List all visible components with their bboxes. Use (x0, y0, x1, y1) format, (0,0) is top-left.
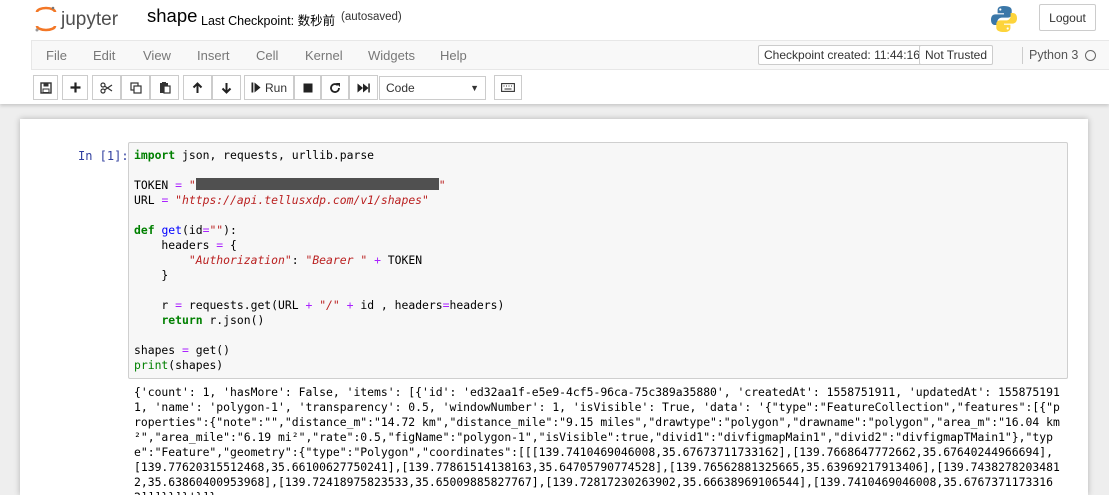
menu-view[interactable]: View (143, 48, 171, 63)
menu-cell[interactable]: Cell (256, 48, 278, 63)
last-checkpoint: Last Checkpoint: 数秒前 (201, 14, 336, 28)
save-button[interactable] (33, 75, 58, 100)
menu-widgets[interactable]: Widgets (368, 48, 415, 63)
code-cell-editor[interactable]: import json, requests, urllib.parse TOKE… (128, 142, 1068, 379)
notebook-container: In [1]: import json, requests, urllib.pa… (20, 119, 1088, 495)
restart-run-all-button[interactable] (349, 75, 378, 100)
notebook-name[interactable]: shape (147, 5, 197, 27)
menu-insert[interactable]: Insert (197, 48, 230, 63)
arrow-up-icon (192, 81, 203, 93)
run-label: Run (264, 80, 287, 95)
caret-down-icon: ▼ (470, 83, 479, 93)
run-icon (251, 82, 261, 93)
copy-button[interactable] (121, 75, 150, 100)
run-button[interactable]: Run (244, 75, 294, 100)
command-palette-button[interactable] (494, 75, 522, 100)
toolbar: Run Code ▼ (31, 71, 1109, 104)
copy-icon (129, 81, 142, 94)
svg-text:jupyter: jupyter (60, 9, 119, 30)
cut-button[interactable] (92, 75, 121, 100)
kernel-idle-icon (1085, 50, 1096, 61)
plus-icon (70, 82, 80, 93)
move-up-button[interactable] (183, 75, 212, 100)
interrupt-button[interactable] (294, 75, 321, 100)
insert-cell-button[interactable] (62, 75, 88, 100)
logout-button[interactable]: Logout (1039, 4, 1096, 31)
paste-button[interactable] (150, 75, 179, 100)
menu-kernel[interactable]: Kernel (305, 48, 343, 63)
trust-indicator[interactable]: Not Trusted (919, 45, 994, 65)
notebook-header: jupyter shape Last Checkpoint: 数秒前 (auto… (0, 0, 1109, 104)
checkpoint-created-indicator: Checkpoint created: 11:44:16 (758, 45, 926, 65)
kernel-divider (1022, 47, 1023, 64)
cell-type-value: Code (386, 81, 415, 95)
keyboard-icon (501, 83, 515, 92)
redacted-token (195, 178, 439, 190)
stop-icon (303, 83, 312, 92)
cell-type-select[interactable]: Code ▼ (379, 76, 486, 100)
move-down-button[interactable] (212, 75, 241, 100)
code-text: import json, requests, urllib.parse TOKE… (134, 148, 505, 372)
menu-file[interactable]: File (46, 48, 67, 63)
restart-kernel-button[interactable] (321, 75, 349, 100)
kernel-name[interactable]: Python 3 (1029, 48, 1078, 62)
cut-icon (100, 81, 113, 94)
cell-output: {'count': 1, 'hasMore': False, 'items': … (134, 385, 1060, 495)
autosave-status: (autosaved) (341, 11, 402, 23)
fast-forward-icon (357, 83, 370, 92)
jupyter-logo[interactable]: jupyter (33, 5, 133, 33)
menu-edit[interactable]: Edit (93, 48, 115, 63)
menubar: File Edit View Insert Cell Kernel Widget… (31, 40, 1109, 70)
menu-help[interactable]: Help (440, 48, 467, 63)
header-row: jupyter shape Last Checkpoint: 数秒前 (auto… (0, 0, 1109, 40)
paste-icon (159, 82, 171, 94)
input-prompt: In [1]: (78, 149, 129, 163)
python-logo (991, 6, 1017, 32)
save-icon (39, 81, 52, 94)
arrow-down-icon (221, 82, 232, 94)
restart-icon (330, 82, 340, 93)
